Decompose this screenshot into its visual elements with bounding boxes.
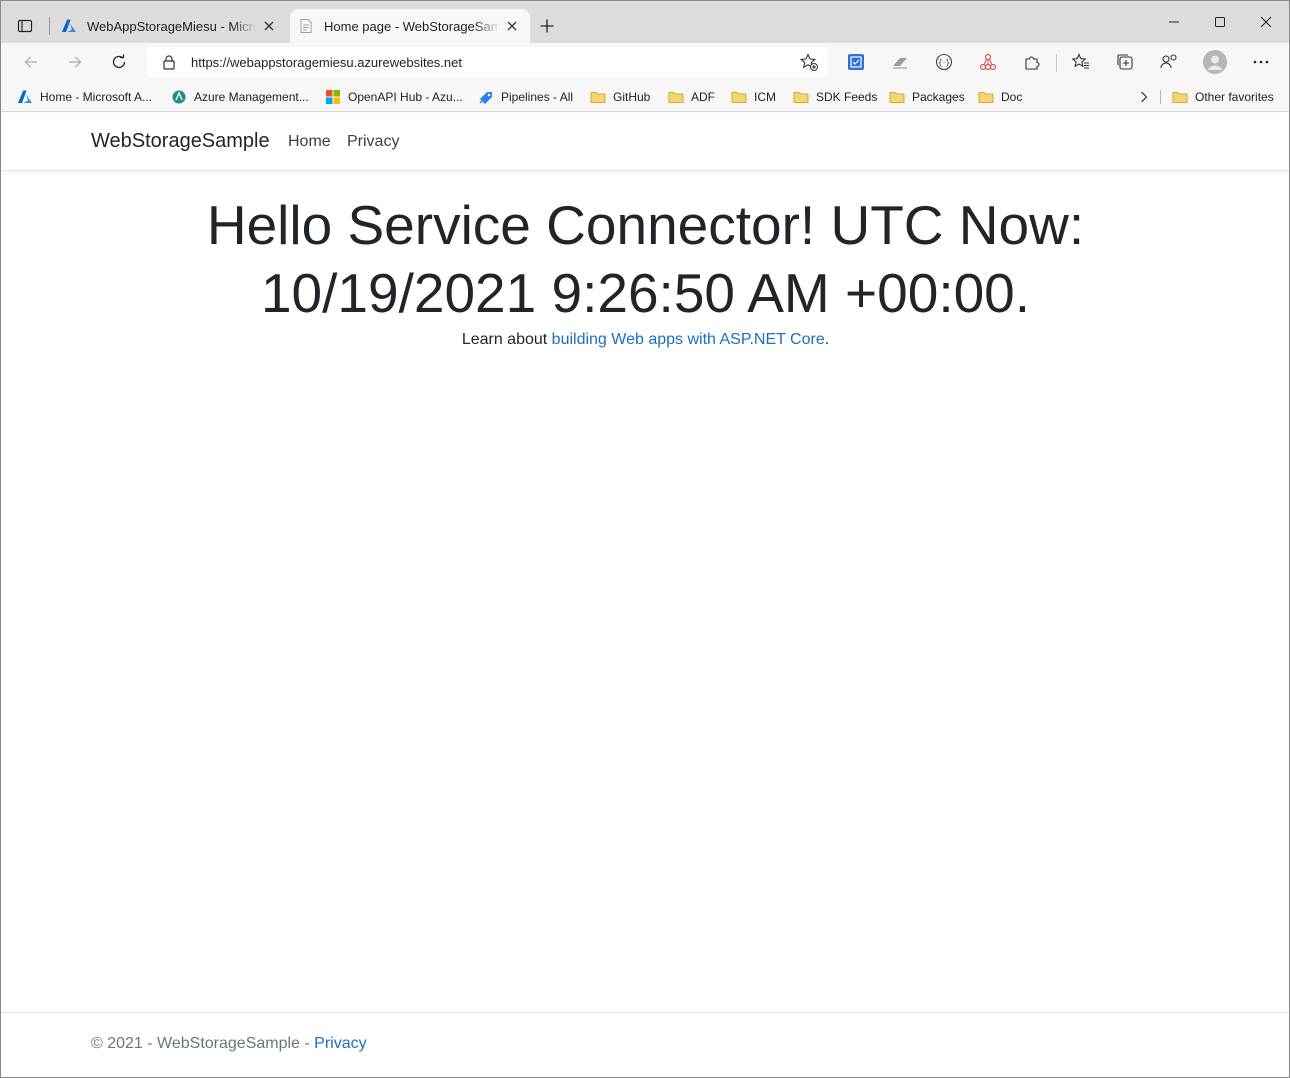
bookmark-home-microsoft-azure[interactable]: Home - Microsoft A... [17,87,152,107]
tab-azure-portal[interactable]: WebAppStorageMiesu - Microsoft Azure [53,9,287,43]
bookmark-folder-adf[interactable]: ADF [668,87,715,107]
bookmark-label: Other favorites [1195,90,1274,104]
page-icon [300,19,312,33]
folder-icon [978,92,994,103]
close-tab-icon[interactable] [257,14,281,38]
tab-separator [49,17,50,35]
collections-icon[interactable] [1112,50,1138,74]
tab-title: Home page - WebStorageSample [324,18,500,34]
close-window-icon[interactable] [1243,7,1289,37]
bookmark-label: Azure Management... [194,90,309,104]
tab-strip: WebAppStorageMiesu - Microsoft Azure Hom… [1,1,1289,43]
pipelines-icon [479,92,492,104]
minimize-icon[interactable] [1151,7,1197,37]
bookmark-label: Doc [1001,90,1023,104]
folder-icon [668,92,684,103]
refresh-icon[interactable] [104,48,134,76]
bookmark-folder-doc[interactable]: Doc [978,87,1022,107]
chevron-right-icon[interactable] [1135,87,1153,107]
bookmark-folder-github[interactable]: GitHub [590,87,650,107]
extensions-puzzle-icon[interactable] [1019,50,1045,74]
more-menu-icon[interactable] [1248,50,1274,74]
bookmark-label: ICM [754,90,776,104]
footer-text: © 2021 - WebStorageSample - Privacy [91,1035,367,1053]
toolbar-separator [1056,54,1057,72]
bookmark-folder-packages[interactable]: Packages [889,87,965,107]
bookmark-label: Packages [912,90,965,104]
learn-about-text: Learn about building Web apps with ASP.N… [2,331,1289,349]
browser-window: WebAppStorageMiesu - Microsoft Azure Hom… [0,0,1290,1078]
bookmark-label: GitHub [613,90,651,104]
bookmark-label: Pipelines - All [501,90,574,104]
folder-icon [889,92,905,103]
extension-network-icon[interactable] [975,50,1001,74]
learn-suffix: . [824,331,830,348]
bookmark-openapi-hub[interactable]: OpenAPI Hub - Azu... [325,87,463,107]
maximize-icon[interactable] [1197,7,1243,37]
favorites-bar: Home - Microsoft A... Azure Management..… [1,81,1289,112]
new-tab-icon[interactable] [535,14,559,38]
footer-privacy-link[interactable]: Privacy [314,1035,366,1052]
nav-link-privacy[interactable]: Privacy [347,133,399,151]
bookmark-other-favorites[interactable]: Other favorites [1172,87,1274,107]
azure-logo-icon [18,90,32,103]
tab-home-page[interactable]: Home page - WebStorageSample [290,9,530,43]
lock-icon[interactable] [161,54,177,70]
svg-text:{·}: {·} [938,58,951,67]
back-icon[interactable] [16,48,46,76]
azure-logo-icon [62,19,76,32]
bookmark-label: Home - Microsoft A... [40,90,153,104]
add-favorite-icon[interactable] [798,51,820,73]
azure-management-icon [172,90,186,104]
learn-prefix: Learn about [461,331,552,348]
tab-actions-icon[interactable] [11,13,39,39]
bookmark-label: SDK Feeds [816,90,878,104]
tab-title: WebAppStorageMiesu - Microsoft Azure [87,18,257,34]
bookmark-label: ADF [691,90,715,104]
nav-link-home[interactable]: Home [288,133,331,151]
bookmark-pipelines-all[interactable]: Pipelines - All [478,87,573,107]
site-navbar: WebStorageSample Home Privacy [2,113,1289,171]
folder-icon [590,92,606,103]
extension-vscode-icon[interactable] [843,50,869,74]
folder-icon [731,92,747,103]
microsoft-logo-icon [326,90,340,104]
extension-eraser-icon[interactable] [887,50,913,74]
favorites-icon[interactable] [1068,50,1094,74]
address-bar[interactable] [147,47,828,77]
bookmark-azure-management[interactable]: Azure Management... [171,87,309,107]
site-brand[interactable]: WebStorageSample [91,130,270,153]
bookmark-folder-sdk-feeds[interactable]: SDK Feeds [793,87,877,107]
site-footer: © 2021 - WebStorageSample - Privacy [2,1012,1289,1075]
page-content: WebStorageSample Home Privacy Hello Serv… [2,113,1289,1075]
url-input[interactable] [191,54,798,70]
bookmark-label: OpenAPI Hub - Azu... [348,90,463,104]
profile-sync-icon[interactable] [1156,50,1182,74]
copyright-text: © 2021 - WebStorageSample - [91,1035,315,1052]
avatar[interactable] [1201,48,1229,76]
forward-icon[interactable] [60,48,90,76]
page-heading: Hello Service Connector! UTC Now: 10/19/… [206,194,1085,324]
folder-icon [1172,92,1188,103]
browser-toolbar: {·} [1,43,1289,81]
extension-json-icon[interactable]: {·} [931,50,957,74]
aspnet-core-link[interactable]: building Web apps with ASP.NET Core [552,331,825,348]
close-tab-icon[interactable] [500,14,524,38]
favorites-separator [1160,90,1161,104]
bookmark-folder-icm[interactable]: ICM [731,87,776,107]
folder-icon [793,92,809,103]
